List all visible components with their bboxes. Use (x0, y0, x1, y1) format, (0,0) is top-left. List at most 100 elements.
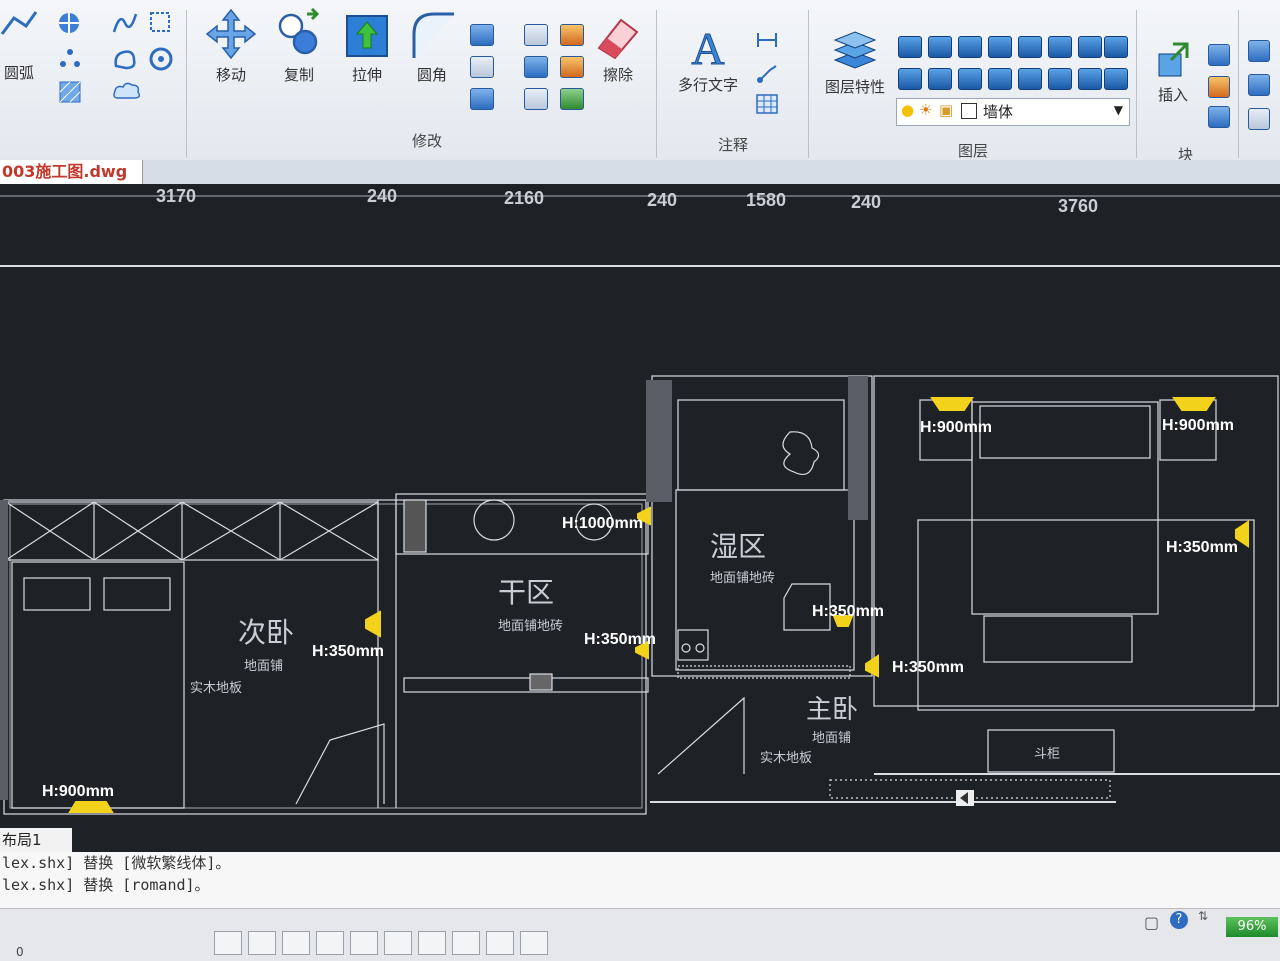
table-icon[interactable] (756, 94, 778, 114)
extend-icon[interactable] (470, 56, 494, 78)
cloud-icon[interactable] (112, 80, 142, 102)
polar-toggle[interactable] (316, 931, 344, 955)
eraser-icon (597, 18, 639, 60)
room-note: 地面铺 (244, 659, 283, 674)
room-label-wet-zone: 湿区 (710, 530, 766, 563)
trim-icon[interactable] (470, 24, 494, 46)
revcloud-icon[interactable] (112, 46, 138, 72)
tray-folder-icon[interactable]: ▢ (1144, 913, 1159, 932)
match-properties-icon[interactable] (1248, 108, 1270, 130)
insert-block-button[interactable]: 插入 (1148, 40, 1198, 105)
layer-state-icon[interactable] (898, 36, 922, 58)
height-label: H:900mm (42, 783, 114, 800)
leader-icon[interactable] (756, 62, 778, 84)
socket-icon (865, 654, 879, 678)
layer-lock-icon[interactable] (1078, 36, 1102, 58)
list-icon[interactable] (1248, 74, 1270, 96)
room-label-second-bedroom: 次卧 (238, 616, 294, 649)
break-icon[interactable] (560, 24, 584, 46)
layer-previous-icon[interactable] (928, 36, 952, 58)
layer-change-icon[interactable] (928, 68, 952, 90)
room-label-master-bedroom: 主卧 (806, 695, 858, 725)
dyn-toggle[interactable] (452, 931, 480, 955)
center-mark-icon[interactable] (56, 10, 82, 36)
mtext-button[interactable]: A 多行文字 (666, 24, 750, 95)
edit-block-icon[interactable] (1208, 76, 1230, 98)
attribute-icon[interactable] (1208, 106, 1230, 128)
layer-match-icon[interactable] (898, 68, 922, 90)
create-block-icon[interactable] (1208, 44, 1230, 66)
scale-icon[interactable] (560, 88, 584, 110)
mtext-label: 多行文字 (677, 76, 738, 94)
offset-icon[interactable] (470, 88, 494, 110)
floor-plan: 3170 240 2160 240 1580 240 3760 次卧 地面铺 实… (0, 186, 1280, 815)
room-note: 地面铺地砖 (498, 619, 563, 634)
mirror-icon[interactable] (524, 24, 548, 46)
room-note: 实木地板 (760, 751, 812, 766)
layer-unlock-icon[interactable] (1104, 36, 1128, 58)
dimension-label: 240 (647, 190, 677, 210)
fillet-label: 圆角 (416, 66, 447, 84)
linear-dimension-icon[interactable] (756, 30, 778, 50)
layout-tab[interactable]: 布局1 (0, 828, 72, 852)
insert-block-icon (1158, 42, 1189, 77)
layer-off-icon[interactable] (1048, 36, 1072, 58)
fillet-button[interactable]: 圆角 (404, 8, 460, 85)
drawing-canvas[interactable]: 3170 240 2160 240 1580 240 3760 次卧 地面铺 实… (0, 184, 1280, 824)
layer-walk-icon[interactable] (988, 68, 1012, 90)
lwt-toggle[interactable] (486, 931, 514, 955)
copy-button[interactable]: 复制 (268, 8, 330, 85)
erase-label: 擦除 (602, 66, 633, 84)
grid-toggle[interactable] (248, 931, 276, 955)
arc-label: 圆弧 (3, 64, 34, 82)
align-icon[interactable] (524, 88, 548, 110)
rectangle-icon[interactable] (148, 10, 172, 34)
room-note: 实木地板 (190, 681, 242, 696)
layer-delete-icon[interactable] (1048, 68, 1072, 90)
help-icon[interactable]: ? (1170, 911, 1188, 929)
sun-icon: ☀ (919, 101, 933, 119)
ducs-toggle[interactable] (418, 931, 446, 955)
layer-on-icon[interactable] (1078, 68, 1102, 90)
panel-separator (1136, 10, 1137, 158)
dimension-label: 240 (851, 192, 881, 212)
room-note: 地面铺地砖 (710, 571, 775, 586)
snap-toggle[interactable] (214, 931, 242, 955)
layer-properties-label: 图层特性 (824, 78, 885, 96)
stretch-label: 拉伸 (351, 66, 382, 84)
erase-button[interactable]: 擦除 (588, 14, 648, 85)
arc-button[interactable]: 圆弧 (0, 62, 38, 83)
layer-copy-icon[interactable] (958, 68, 982, 90)
hatch-icon[interactable] (58, 80, 82, 104)
layer-isolate-icon[interactable] (958, 36, 982, 58)
layer-merge-icon[interactable] (1018, 68, 1042, 90)
command-line: lex.shx] 替换 [微软繁线体]。 (2, 854, 231, 872)
tray-arrows-icon[interactable]: ⇅ (1198, 909, 1208, 923)
spline-icon[interactable] (112, 10, 138, 36)
join-icon[interactable] (560, 56, 584, 78)
points-icon[interactable] (58, 46, 82, 70)
otrack-toggle[interactable] (384, 931, 412, 955)
height-label: H:1000mm (562, 515, 643, 532)
height-label: H:350mm (892, 659, 964, 676)
stretch-button[interactable]: 拉伸 (336, 8, 398, 85)
move-button[interactable]: 移动 (200, 8, 262, 85)
dimension-label: 3170 (156, 186, 196, 206)
chevron-down-icon: ▼ (1113, 103, 1123, 117)
current-layer-dropdown[interactable]: ● ☀ ▣ 墙体 ▼ (896, 98, 1130, 126)
properties-icon[interactable] (1248, 40, 1270, 62)
ortho-toggle[interactable] (282, 931, 310, 955)
layer-freeze-icon[interactable] (1018, 36, 1042, 58)
document-tab[interactable]: 003施工图.dwg (0, 160, 143, 184)
donut-icon[interactable] (148, 46, 174, 72)
height-label: H:350mm (1166, 539, 1238, 556)
qp-toggle[interactable] (520, 931, 548, 955)
array-icon[interactable] (524, 56, 548, 78)
polyline-icon[interactable] (0, 8, 40, 38)
layer-thaw-icon[interactable] (1104, 68, 1128, 90)
osnap-toggle[interactable] (350, 931, 378, 955)
layer-properties-button[interactable]: 图层特性 (820, 26, 890, 97)
layer-unisolate-icon[interactable] (988, 36, 1012, 58)
height-label: H:900mm (1162, 417, 1234, 434)
socket-icon (68, 801, 114, 813)
